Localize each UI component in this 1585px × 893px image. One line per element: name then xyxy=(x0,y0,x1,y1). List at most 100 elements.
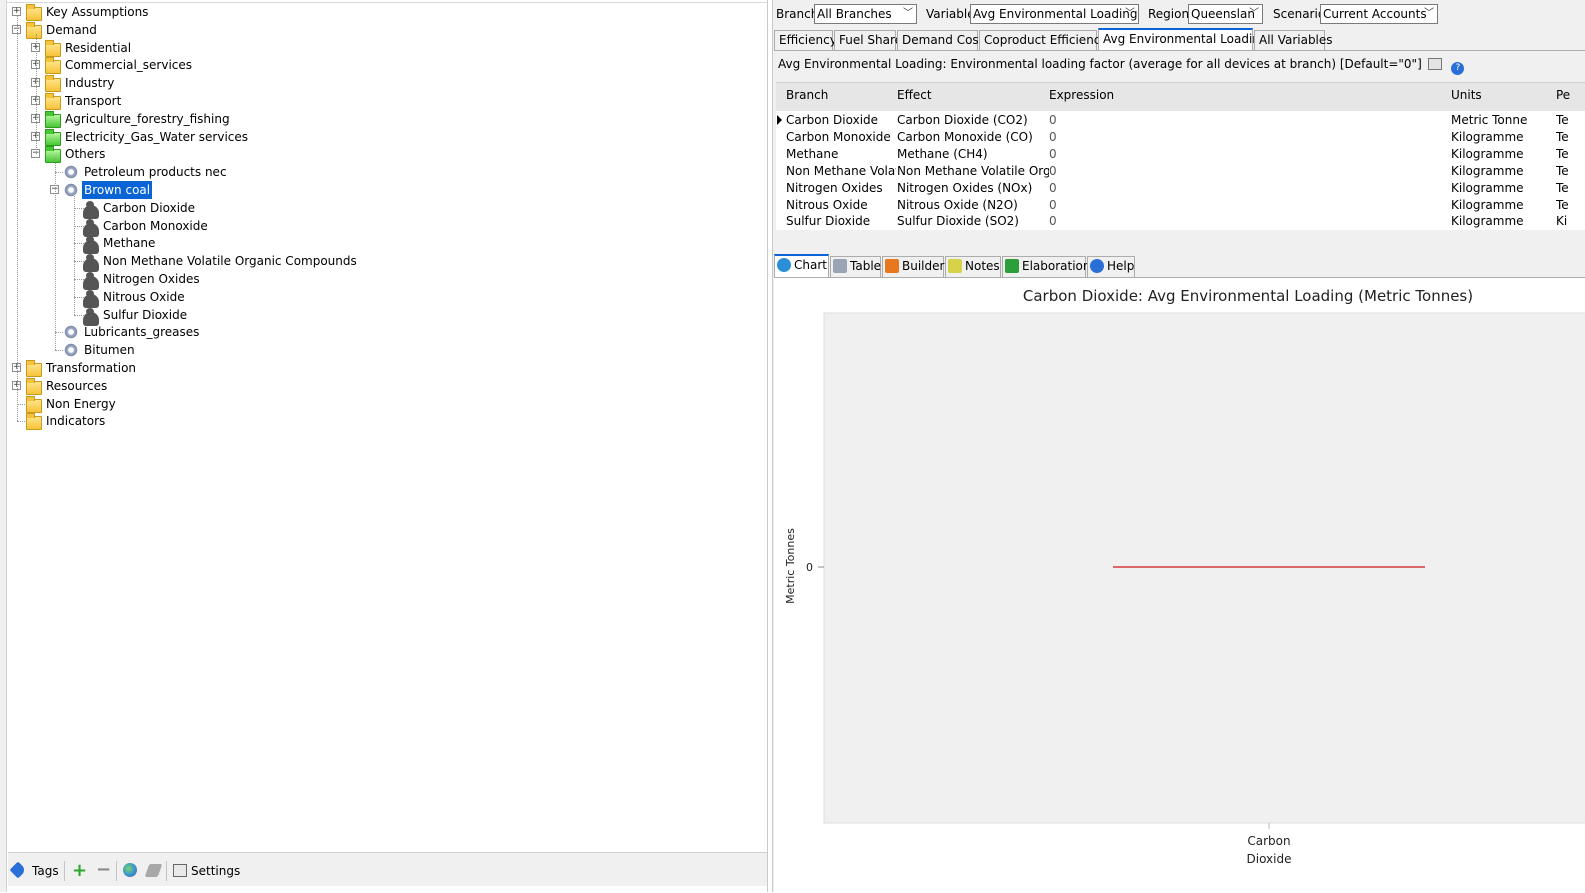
tree-item[interactable]: − Others xyxy=(8,145,758,164)
folder-icon xyxy=(26,377,42,395)
tree-item-label: Carbon Monoxide xyxy=(103,218,208,233)
tab-demand-cost[interactable]: Demand Cost xyxy=(897,30,983,51)
tree-guide-line xyxy=(17,16,18,422)
column-header-units[interactable]: Units xyxy=(1451,88,1482,102)
tree-item[interactable]: + Electricity_Gas_Water services xyxy=(8,128,758,146)
cell-expression[interactable]: 0 xyxy=(1049,163,1449,180)
expand-icon[interactable]: + xyxy=(12,7,21,16)
gear-icon xyxy=(64,165,78,180)
tree-connector xyxy=(74,279,84,280)
remove-branch-button[interactable]: − xyxy=(96,861,111,880)
toolbar-separator xyxy=(166,861,167,881)
tree-item-label: Petroleum products nec xyxy=(84,165,227,180)
tab-help[interactable]: Help xyxy=(1087,256,1135,277)
tree-item[interactable]: + Agriculture_forestry_fishing xyxy=(8,110,758,128)
tree-item[interactable]: + Transport xyxy=(8,92,758,110)
tab-fuel-share[interactable]: Fuel Share xyxy=(834,30,902,51)
tree-item[interactable]: + Residential xyxy=(8,39,758,57)
add-branch-button[interactable]: + xyxy=(72,862,87,880)
tree-item[interactable]: Petroleum products nec xyxy=(8,163,758,181)
tree-item[interactable]: − Demand xyxy=(8,21,758,39)
tree-item[interactable]: + Industry xyxy=(8,74,758,93)
table-row[interactable]: Sulfur Dioxide Sulfur Dioxide (SO2) 0 Kilog… xyxy=(776,213,1585,230)
tree-item[interactable]: Nitrous Oxide xyxy=(8,288,758,308)
tree-guide-line xyxy=(36,33,37,155)
variable-select[interactable]: Avg Environmental Loading ﹀ xyxy=(970,4,1139,24)
tree-item[interactable]: + Resources xyxy=(8,377,758,395)
column-header-per[interactable]: Pe xyxy=(1556,88,1570,102)
cell-expression[interactable]: 0 xyxy=(1049,180,1449,197)
tags-button[interactable]: Tags xyxy=(9,861,59,880)
region-select[interactable]: Queenslan ﹀ xyxy=(1188,4,1263,24)
tree-item[interactable]: Indicators xyxy=(8,412,758,431)
tab-coproduct-efficiency[interactable]: Coproduct Efficiency xyxy=(979,30,1108,51)
tree-item[interactable]: Nitrogen Oxides xyxy=(8,270,758,290)
y-axis-label: Metric Tonnes xyxy=(784,528,797,604)
cell-units: Kilogramme xyxy=(1451,129,1524,144)
tree-item[interactable]: Sulfur Dioxide xyxy=(8,306,758,326)
cell-units: Kilogramme xyxy=(1451,163,1524,178)
tree-item[interactable]: Methane xyxy=(8,234,758,255)
tree-action-button[interactable] xyxy=(123,862,137,880)
help-icon[interactable]: ? xyxy=(1451,62,1465,75)
tab-label: Elaboration xyxy=(1022,259,1091,273)
cell-per: Te xyxy=(1556,129,1569,144)
tree-item[interactable]: Lubricants_greases xyxy=(8,323,758,341)
tree-item[interactable]: Non Energy xyxy=(8,395,758,413)
tree-item-label: Transport xyxy=(65,94,122,108)
tree-item[interactable]: − Brown coal xyxy=(8,181,758,199)
table-row[interactable]: Nitrogen Oxides Nitrogen Oxides (NOx) 0 Kil… xyxy=(776,180,1585,197)
column-header-branch[interactable]: Branch xyxy=(786,88,828,102)
table-row[interactable]: Non Methane VolatileNon Methane Volatile… xyxy=(776,163,1585,180)
tree-item[interactable]: + Key Assumptions xyxy=(8,3,758,21)
table-row[interactable]: Carbon Dioxide Carbon Dioxide (CO2) 0 Metri… xyxy=(776,112,1585,129)
table-row[interactable]: Carbon Monoxide Carbon Monoxide (CO) 0 Kilo… xyxy=(776,129,1585,146)
tree-item[interactable]: Carbon Dioxide xyxy=(8,199,758,219)
tab-efficiency[interactable]: Efficiency xyxy=(774,30,837,51)
tree-item-label: Brown coal xyxy=(82,181,153,199)
gear-icon xyxy=(64,183,78,197)
branch-select[interactable]: All Branches ﹀ xyxy=(814,4,917,24)
column-header-effect[interactable]: Effect xyxy=(897,88,932,102)
column-header-expression[interactable]: Expression xyxy=(1049,88,1114,102)
tree-item-label: Indicators xyxy=(46,414,106,429)
region-select-value: Queenslan xyxy=(1191,7,1255,21)
tree-item-label: Nitrogen Oxides xyxy=(103,272,200,286)
chevron-down-icon: ﹀ xyxy=(903,8,913,19)
folder-icon xyxy=(26,21,42,39)
tab-notes[interactable]: Notes xyxy=(945,256,1001,277)
scenario-select[interactable]: Current Accounts ﹀ xyxy=(1320,4,1438,24)
cell-branch: Nitrous Oxide xyxy=(786,197,868,212)
settings-button[interactable]: Settings xyxy=(173,862,240,880)
cell-expression[interactable]: 0 xyxy=(1049,129,1449,146)
tree-edit-button[interactable] xyxy=(144,862,163,880)
tab-builder[interactable]: Builder xyxy=(882,256,944,277)
tree-item[interactable]: + Commercial_services xyxy=(8,56,758,75)
cell-expression[interactable]: 0 xyxy=(1049,112,1449,129)
edit-icon[interactable] xyxy=(1427,58,1442,70)
expression-grid: Branch Effect Expression Units Pe Carbon… xyxy=(776,82,1585,230)
cell-branch: Carbon Dioxide xyxy=(786,113,879,127)
tree-item[interactable]: Bitumen xyxy=(8,341,758,359)
tree-item[interactable]: Carbon Monoxide xyxy=(8,217,758,237)
tab-avg-environmental-loading[interactable]: Avg Environmental Loading xyxy=(1098,28,1268,51)
cell-expression[interactable]: 0 xyxy=(1049,197,1449,214)
tree-item[interactable]: + Transformation xyxy=(8,359,758,377)
plot-area xyxy=(823,312,1585,824)
tree-item[interactable]: Non Methane Volatile Organic Compounds xyxy=(8,252,758,273)
table-row[interactable]: Methane Methane (CH4) 0 Kilogramme Te xyxy=(776,146,1585,163)
tab-label: Builder xyxy=(902,259,945,273)
cell-effect: Non Methane Volatile Organi xyxy=(897,163,1049,178)
table-row[interactable]: Nitrous Oxide Nitrous Oxide (N2O) 0 Kilogra… xyxy=(776,197,1585,214)
green-folder-icon xyxy=(45,110,61,128)
cell-expression[interactable]: 0 xyxy=(1049,146,1449,163)
tab-chart[interactable]: Chart xyxy=(774,254,829,277)
cell-branch: Carbon Monoxide xyxy=(786,129,891,144)
tree-item-label: Demand xyxy=(46,22,97,37)
chart: Carbon Dioxide: Avg Environmental Loadin… xyxy=(784,287,1585,866)
cell-expression[interactable]: 0 xyxy=(1049,213,1449,230)
tab-elaboration[interactable]: Elaboration xyxy=(1002,256,1091,277)
cell-branch: Nitrogen Oxides xyxy=(786,180,883,195)
tab-all-variables[interactable]: All Variables xyxy=(1254,30,1333,51)
tab-table[interactable]: Table xyxy=(830,256,881,277)
